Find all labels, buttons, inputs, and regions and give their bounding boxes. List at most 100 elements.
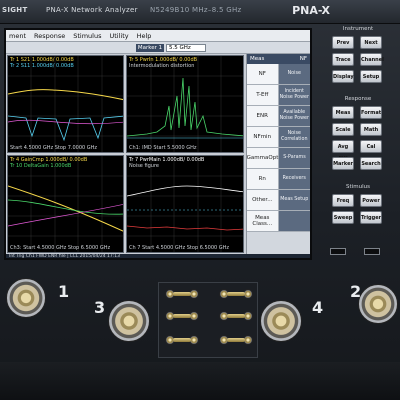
test-port-4[interactable] <box>260 300 302 342</box>
menu-item-utility[interactable]: Utility <box>109 32 128 40</box>
group-label-response: Response <box>344 96 372 102</box>
format-key[interactable]: Format <box>360 106 382 119</box>
plot-footer: Ch 7 Start 4.5000 GHz Stop 6.5000 GHz <box>129 245 230 251</box>
marker-value-input[interactable]: 5.5 GHz <box>166 44 206 52</box>
jumper-cable <box>227 314 245 318</box>
softkey-t-eff[interactable]: T-Eff <box>247 85 279 105</box>
softkey-noise[interactable]: Noise <box>278 64 310 84</box>
softkey-nfmin[interactable]: NFmin <box>247 127 279 147</box>
softkey-title-label: Meas <box>250 56 265 62</box>
port-4-label: 4 <box>312 298 324 317</box>
model-badge: PNA-X <box>292 4 330 17</box>
group-label-instrument: Instrument <box>342 26 374 32</box>
math-key[interactable]: Math <box>360 123 382 136</box>
softkey-row: NF Noise <box>247 64 310 85</box>
plot-grid <box>8 56 123 152</box>
plot-gain-compression[interactable]: Tr 4 GainCmp 1.000dB/ 0.00dB Tr 10 Delta… <box>7 155 124 253</box>
usb-port[interactable] <box>330 248 346 255</box>
trace-s21 <box>8 89 123 101</box>
trigger-key[interactable]: Trigger <box>360 211 382 224</box>
test-port-1[interactable] <box>6 278 46 318</box>
trace-s22 <box>8 119 123 125</box>
softkey-meas-class[interactable]: Meas Class... <box>247 211 279 231</box>
chassis-foot <box>0 362 400 400</box>
softkey-row: T-Eff Incident Noise Power <box>247 85 310 106</box>
plot-grid <box>8 156 123 252</box>
cal-key[interactable]: Cal <box>360 140 382 153</box>
softkey-title: Meas NF <box>247 54 310 64</box>
softkey-row: ENR Available Noise Power <box>247 106 310 127</box>
softkey-title-right: NF <box>299 56 307 62</box>
channel-key[interactable]: Channel <box>360 53 384 66</box>
frequency-range: 10 MHz–8.5 GHz <box>180 6 242 14</box>
softkey-receivers[interactable]: Receivers <box>278 169 310 189</box>
freq-key[interactable]: Freq <box>332 194 354 207</box>
plot-noise-figure[interactable]: Tr 7 PwrMain 1.000dB/ 0.00dB Noise figur… <box>126 155 244 253</box>
power-key[interactable]: Power <box>360 194 382 207</box>
setup-key[interactable]: Setup <box>360 70 382 83</box>
brand-label: SIGHT <box>2 6 28 14</box>
menu-item-help[interactable]: Help <box>137 32 152 40</box>
top-bezel: SIGHT PNA-X Network Analyzer N5249B 10 M… <box>0 0 400 24</box>
avg-bw-key[interactable]: Avg BW <box>332 140 354 162</box>
model-number: N5249B <box>150 6 180 14</box>
plot-grid <box>127 156 243 252</box>
jumper-panel <box>158 282 258 358</box>
softkey-row: Rn Receivers <box>247 169 310 190</box>
softkey-enr[interactable]: ENR <box>247 106 279 126</box>
softkey-other[interactable]: Other... <box>247 190 279 210</box>
plot-s-parameters[interactable]: Tr 1 S21 1.000dB/ 0.00dB Tr 2 S11 1.000d… <box>7 55 124 153</box>
test-port-3[interactable] <box>108 300 150 342</box>
port-2-label: 2 <box>350 282 362 301</box>
marker-selector[interactable]: Marker 1 <box>136 44 164 52</box>
softkey-nf[interactable]: NF <box>247 64 279 84</box>
softkey-noise-correlation[interactable]: Noise Correlation <box>278 127 310 147</box>
plot-footer: Start 4.5000 GHz Stop 7.0000 GHz <box>10 145 98 151</box>
jumper-cable <box>173 338 191 342</box>
next-key[interactable]: Next <box>360 36 382 49</box>
plot-intermodulation[interactable]: Tr 5 PwrIn 1.000dB/ 0.00dB Intermodulati… <box>126 55 244 153</box>
jumper-cable <box>227 338 245 342</box>
jumper-cable <box>227 292 245 296</box>
menu-bar: ment Response Stimulus Utility Help <box>6 30 310 42</box>
plot-grid <box>127 56 243 152</box>
trace-noise-figure <box>127 185 243 197</box>
softkey-row: Meas Class... <box>247 211 310 232</box>
softkey-meas-setup[interactable]: Meas Setup <box>278 190 310 210</box>
softkey-gammaopt[interactable]: GammaOpt <box>247 148 279 168</box>
jumper-cable <box>173 314 191 318</box>
marker-key[interactable]: Marker <box>332 157 354 170</box>
display-key[interactable]: Display <box>332 70 354 83</box>
trace-s11 <box>8 115 123 142</box>
menu-item-response[interactable]: Response <box>34 32 65 40</box>
softkey-panel: Meas NF NF Noise T-Eff Incident Noise Po… <box>246 54 310 254</box>
plot-header-line: Noise figure <box>129 163 159 169</box>
trace-imd-spectrum <box>127 77 243 137</box>
hard-key-panel: Instrument Prev Next Trace Channel Displ… <box>320 26 396 262</box>
sweep-key[interactable]: Sweep <box>332 211 354 224</box>
trace-key[interactable]: Trace <box>332 53 354 66</box>
trace-input-power <box>8 204 123 227</box>
menu-item-measurement[interactable]: ment <box>9 32 26 40</box>
prev-key[interactable]: Prev <box>332 36 354 49</box>
search-key[interactable]: Search <box>360 157 382 170</box>
test-port-2[interactable] <box>358 284 398 324</box>
softkey-incident-noise-power[interactable]: Incident Noise Power <box>278 85 310 105</box>
plot-header-line: Tr 2 S11 1.000dB/ 0.00dB <box>10 63 74 69</box>
meas-key[interactable]: Meas <box>332 106 354 119</box>
softkey-row: NFmin Noise Correlation <box>247 127 310 148</box>
plot-footer: Ch3: Start 4.5000 GHz Stop 6.5000 GHz <box>10 245 111 251</box>
softkey-row: Other... Meas Setup <box>247 190 310 211</box>
usb-port[interactable] <box>364 248 380 255</box>
softkey-available-noise-power[interactable]: Available Noise Power <box>278 106 310 126</box>
analyzer-screen: ment Response Stimulus Utility Help Mark… <box>4 28 312 260</box>
jumper-cable <box>173 292 191 296</box>
trace-gain <box>127 225 243 231</box>
softkey-row: GammaOpt S-Params <box>247 148 310 169</box>
softkey-s-params[interactable]: S-Params <box>279 148 310 168</box>
scale-key[interactable]: Scale <box>332 123 354 136</box>
menu-item-stimulus[interactable]: Stimulus <box>73 32 101 40</box>
port-1-label: 1 <box>58 282 70 301</box>
softkey-rn[interactable]: Rn <box>247 169 279 189</box>
softkey-empty <box>278 211 310 231</box>
